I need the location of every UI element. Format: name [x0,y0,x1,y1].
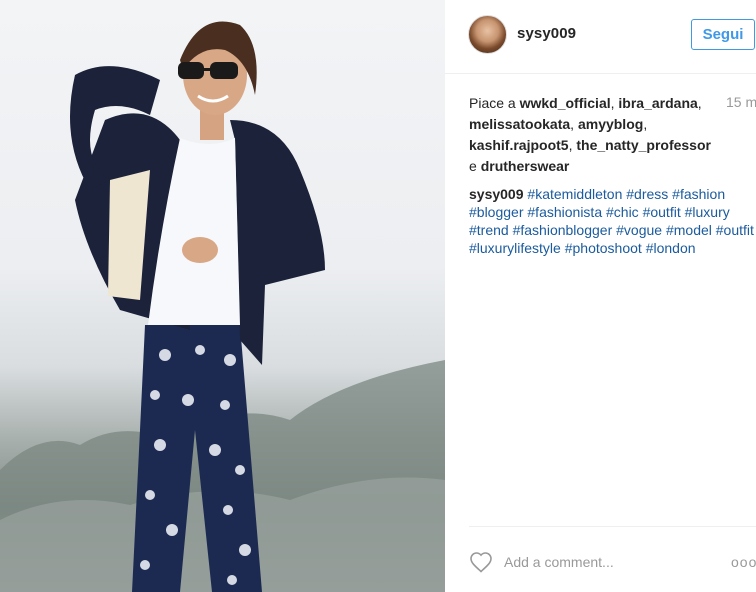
hashtag-link[interactable]: #outfit [716,222,754,238]
like-user-link[interactable]: melissatookata [469,116,570,132]
hashtag-link[interactable]: #katemiddleton [527,186,622,202]
hashtag-link[interactable]: #photoshoot [565,240,642,256]
username-link[interactable]: sysy009 [517,25,576,42]
hashtag-link[interactable]: #london [646,240,696,256]
hashtag-link[interactable]: #vogue [616,222,662,238]
follow-button[interactable]: Segui [691,19,755,50]
hashtag-link[interactable]: #chic [606,204,639,220]
hashtag-link[interactable]: #trend [469,222,509,238]
hashtag-link[interactable]: #blogger [469,204,524,220]
hashtag-link[interactable]: #luxurylifestyle [469,240,561,256]
post-photo[interactable] [0,0,445,592]
hashtag-link[interactable]: #luxury [685,204,730,220]
photo-illustration [0,21,445,592]
like-user-link[interactable]: drutherswear [481,158,570,174]
post-timestamp[interactable]: 15 m [726,94,756,110]
avatar[interactable] [468,15,507,54]
like-user-link[interactable]: ibra_ardana [618,95,697,111]
like-user-link[interactable]: amyyblog [578,116,643,132]
hashtag-link[interactable]: #fashionista [527,204,602,220]
like-user-link[interactable]: kashif.rajpoot5 [469,137,569,153]
more-options-icon[interactable]: ooo [731,554,756,570]
hashtag-link[interactable]: #outfit [643,204,681,220]
hashtag-link[interactable]: #fashion [672,186,725,202]
likes-conjunction: e [469,158,477,174]
likes-prefix: Piace a [469,95,516,111]
heart-icon[interactable] [469,551,493,573]
hashtag-link[interactable]: #dress [626,186,668,202]
like-user-link[interactable]: wwkd_official [520,95,611,111]
hashtag-link[interactable]: #fashionblogger [513,222,613,238]
likes-text: Piace a wwkd_official, ibra_ardana, meli… [469,95,711,174]
post-header: sysy009 Segui [445,0,756,74]
hashtag-link[interactable]: #model [666,222,712,238]
comment-bar: ooo [469,526,756,592]
caption-author-link[interactable]: sysy009 [469,186,524,202]
post-caption: sysy009 #katemiddleton #dress #fashion #… [469,185,754,257]
post-side-panel: sysy009 Segui Piace a wwkd_official, ibr… [445,0,756,592]
like-user-link[interactable]: the_natty_professor [576,137,711,153]
comment-input[interactable] [504,551,704,573]
